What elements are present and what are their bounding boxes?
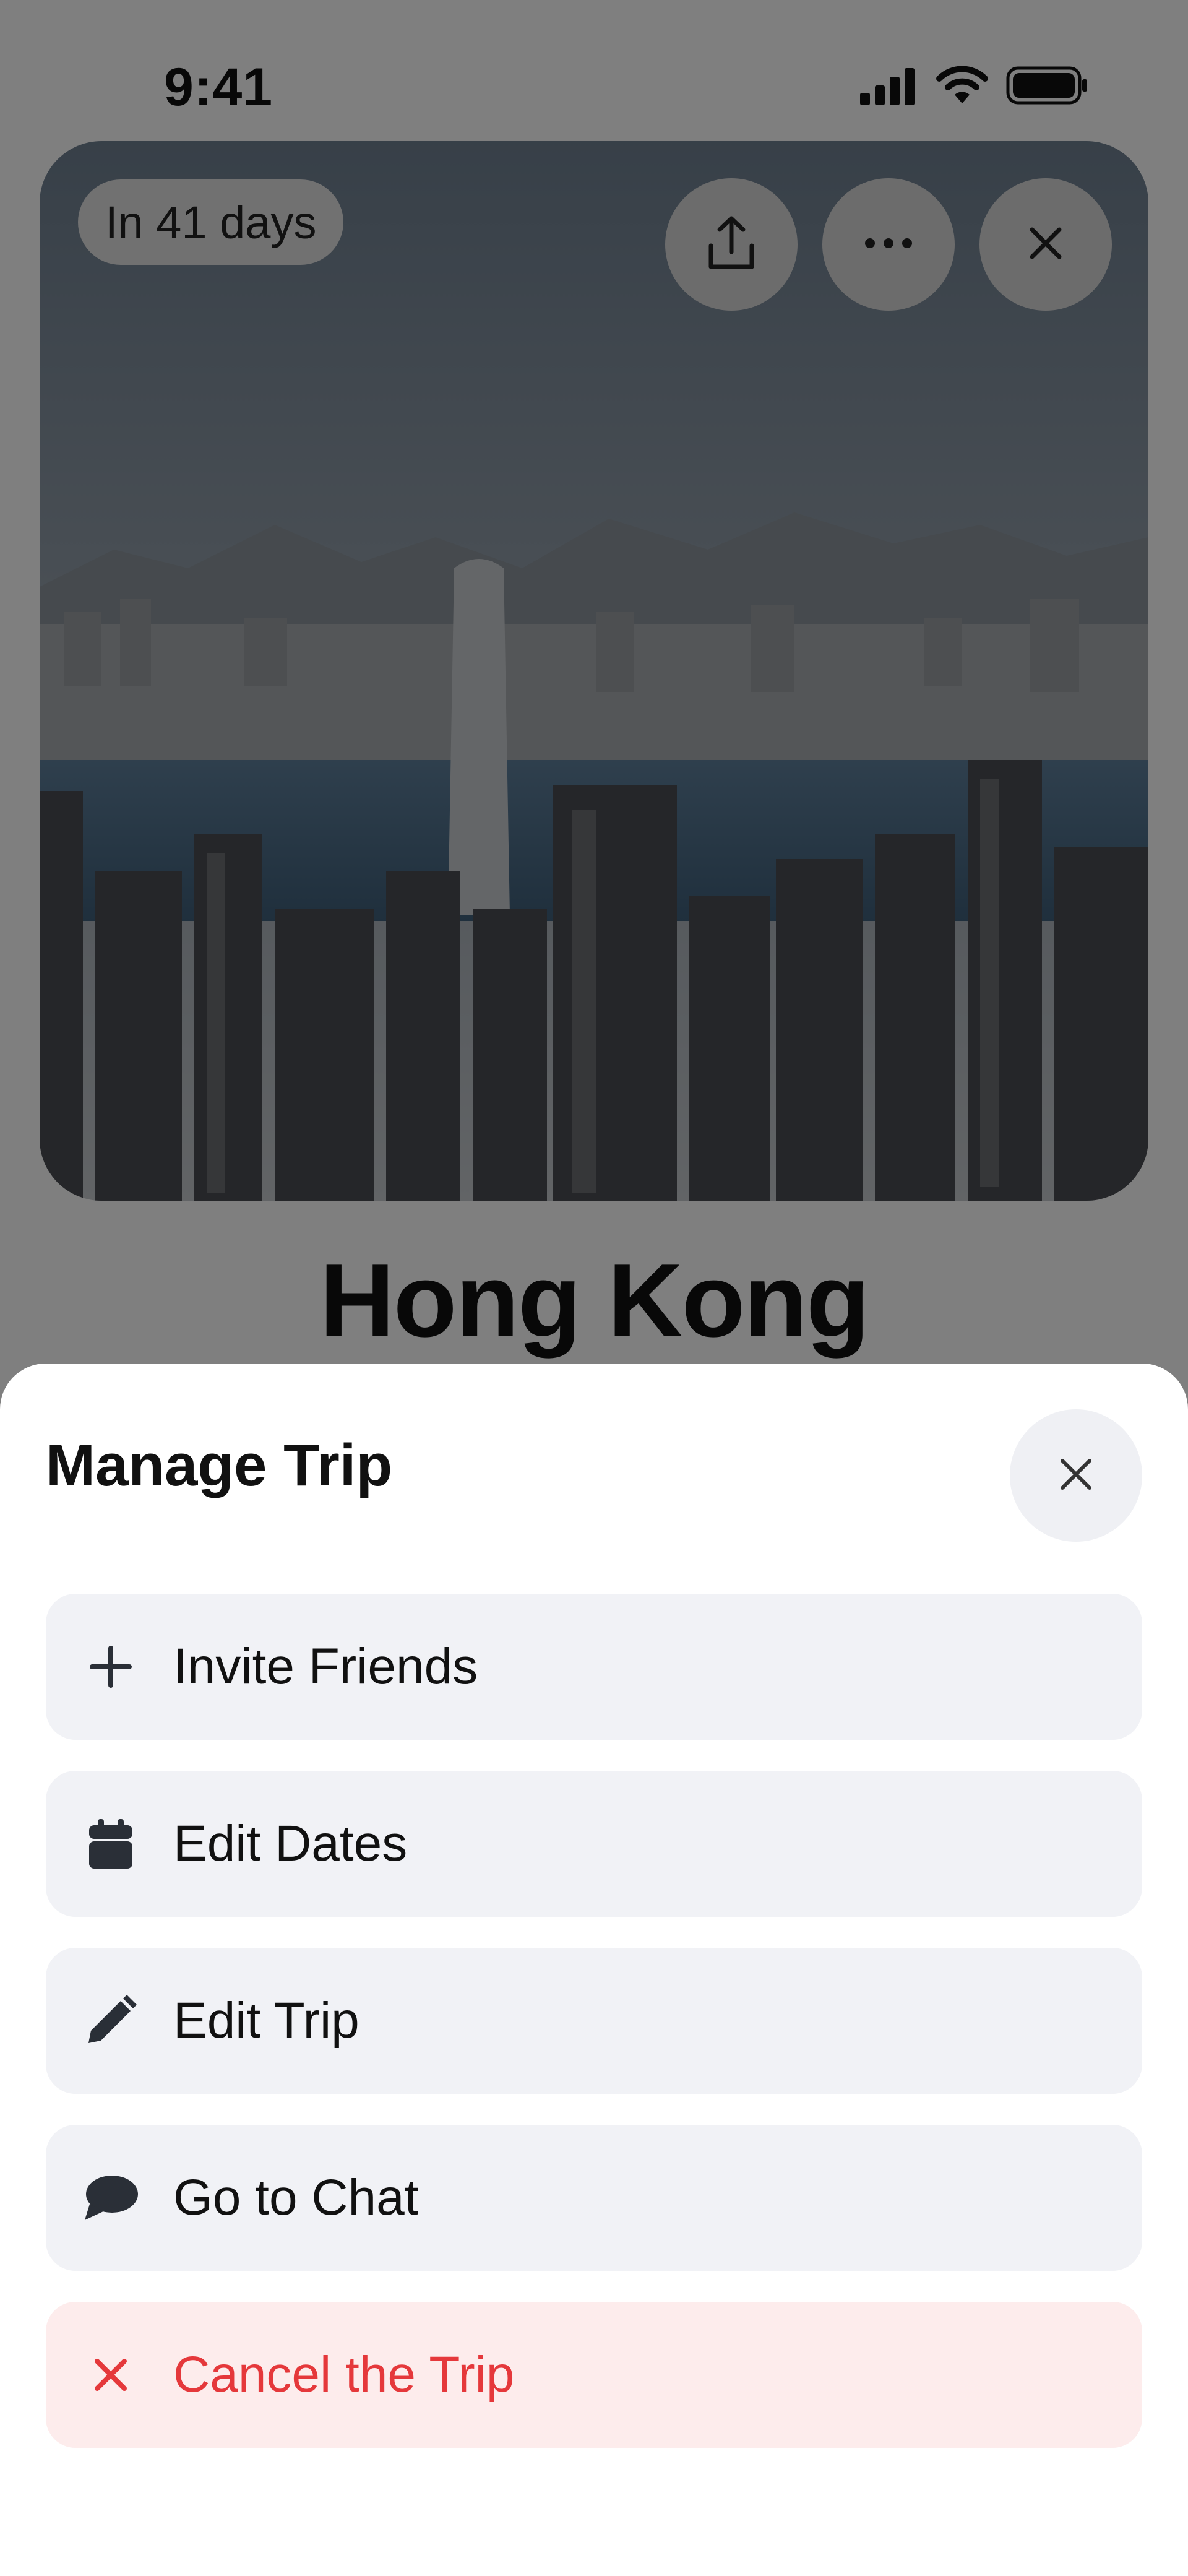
cancel-trip-label: Cancel the Trip <box>173 2346 515 2403</box>
sheet-title: Manage Trip <box>46 1432 393 1498</box>
go-to-chat-label: Go to Chat <box>173 2169 419 2226</box>
edit-dates-label: Edit Dates <box>173 1815 408 1872</box>
x-icon <box>83 2347 139 2403</box>
pencil-icon <box>83 1993 139 2049</box>
manage-trip-sheet: Manage Trip Invite Friends Edit Dates Ed… <box>0 1364 1188 2576</box>
chat-bubble-icon <box>83 2170 139 2226</box>
edit-trip-button[interactable]: Edit Trip <box>46 1948 1142 2094</box>
cancel-trip-button[interactable]: Cancel the Trip <box>46 2302 1142 2448</box>
invite-friends-button[interactable]: Invite Friends <box>46 1594 1142 1740</box>
invite-friends-label: Invite Friends <box>173 1638 478 1695</box>
edit-trip-label: Edit Trip <box>173 1992 359 2049</box>
sheet-close-button[interactable] <box>1010 1409 1142 1542</box>
calendar-icon <box>83 1816 139 1872</box>
close-icon <box>1057 1456 1095 1496</box>
go-to-chat-button[interactable]: Go to Chat <box>46 2125 1142 2271</box>
plus-icon <box>83 1639 139 1695</box>
edit-dates-button[interactable]: Edit Dates <box>46 1771 1142 1917</box>
